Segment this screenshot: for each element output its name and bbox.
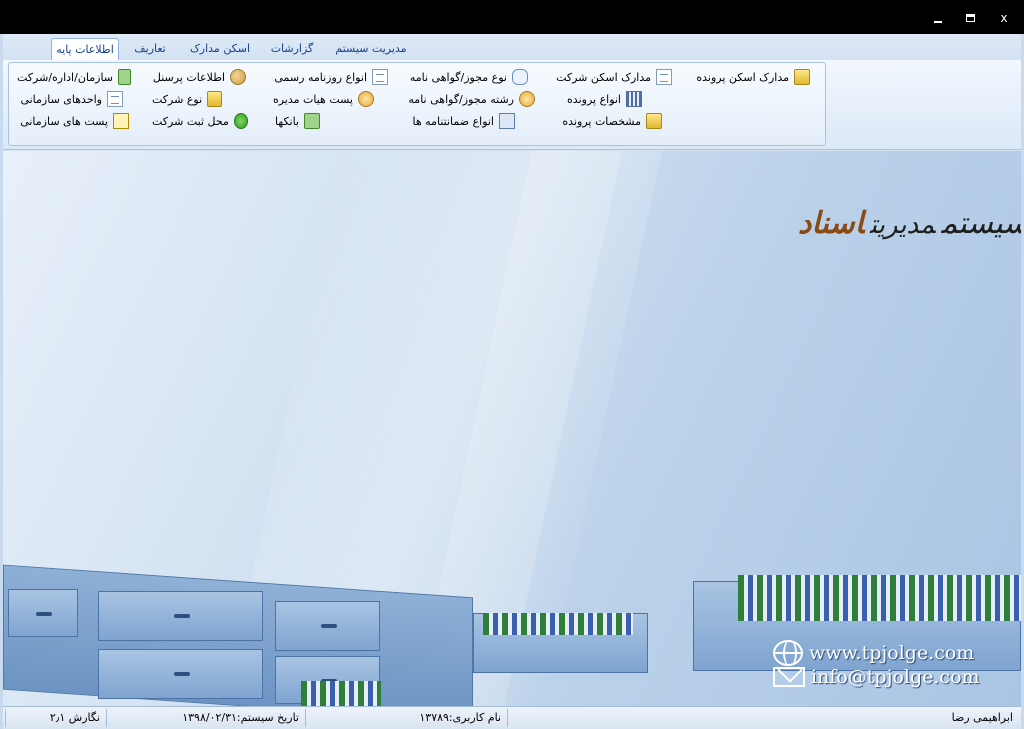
email-row: info@tpjolge.com bbox=[773, 666, 980, 688]
gazette-types-button[interactable]: انواع روزنامه رسمی bbox=[270, 67, 388, 87]
file-folders bbox=[301, 681, 381, 706]
company-folder-icon bbox=[207, 91, 222, 107]
close-button[interactable]: x bbox=[994, 10, 1014, 26]
file-folders bbox=[738, 575, 1021, 621]
cabinet-drawer bbox=[98, 591, 263, 641]
logo-word-management: مدیریت bbox=[869, 210, 936, 240]
guarantee-types-button[interactable]: انواع ضمانتنامه ها bbox=[403, 111, 515, 131]
bank-doc-icon bbox=[304, 113, 320, 129]
folder-open-icon bbox=[646, 113, 662, 129]
workspace-background: سیستممدیریتاسناد www.tpjolge.com info@tp… bbox=[3, 151, 1021, 706]
personnel-info-button[interactable]: اطلاعات پرسنل bbox=[152, 67, 246, 87]
banks-button[interactable]: بانکها bbox=[270, 111, 320, 131]
license-type-button[interactable]: نوع مجوز/گواهی نامه bbox=[403, 67, 528, 87]
title-bar: x bbox=[0, 0, 1024, 34]
scan-company-documents-button[interactable]: مدارک اسکن شرکت bbox=[552, 67, 672, 87]
personnel-icon bbox=[230, 69, 246, 85]
cabinet-drawer bbox=[275, 601, 380, 651]
case-specs-button[interactable]: مشخصات پرونده bbox=[552, 111, 662, 131]
ribbon-group: مدارک اسکن پرونده مدارک اسکن شرکت انواع … bbox=[8, 62, 826, 146]
app-logo: سیستممدیریتاسناد bbox=[798, 206, 1021, 241]
coins-icon bbox=[358, 91, 374, 107]
logo-word-documents: اسناد bbox=[798, 206, 864, 241]
status-system-date: تاریخ سیستم:۱۳۹۸/۰۲/۳۱ bbox=[106, 709, 303, 727]
status-bar: ابراهیمی رضا نام کاربری:۱۳۷۸۹ تاریخ سیست… bbox=[3, 706, 1021, 729]
company-registration-place-button[interactable]: محل ثبت شرکت bbox=[152, 111, 248, 131]
newspaper-icon bbox=[372, 69, 388, 85]
website-row: www.tpjolge.com bbox=[773, 640, 974, 666]
tab-reports[interactable]: گزارشات bbox=[265, 38, 319, 61]
status-user-fullname: ابراهیمی رضا bbox=[507, 709, 1017, 727]
email-text: info@tpjolge.com bbox=[811, 666, 980, 688]
board-post-button[interactable]: پست هیات مدیره bbox=[270, 89, 374, 109]
units-icon bbox=[107, 91, 123, 107]
speech-bubble-icon bbox=[512, 69, 528, 85]
tab-basic-info[interactable]: اطلاعات پایه bbox=[51, 38, 119, 61]
case-types-button[interactable]: انواع پرونده bbox=[552, 89, 642, 109]
organizational-units-button[interactable]: واحدهای سازمانی bbox=[17, 89, 123, 109]
tab-definitions[interactable]: تعاریف bbox=[127, 38, 173, 61]
posts-icon bbox=[113, 113, 129, 129]
maximize-button[interactable] bbox=[960, 10, 980, 26]
ribbon-panel: مدارک اسکن پرونده مدارک اسکن شرکت انواع … bbox=[3, 60, 1021, 150]
scan-case-documents-button[interactable]: مدارک اسکن پرونده bbox=[690, 67, 810, 87]
binder-icon bbox=[626, 91, 642, 107]
license-field-button[interactable]: رشته مجوز/گواهی نامه bbox=[403, 89, 535, 109]
network-icon bbox=[499, 113, 515, 129]
file-folders bbox=[483, 613, 633, 635]
ribbon-tab-bar: اطلاعات پایه تعاریف اسکن مدارک گزارشات م… bbox=[3, 34, 1021, 61]
company-type-button[interactable]: نوع شرکت bbox=[152, 89, 222, 109]
cabinet-drawer bbox=[8, 589, 78, 637]
cabinet-drawer bbox=[98, 649, 263, 699]
envelope-icon bbox=[773, 667, 805, 687]
tab-system-management[interactable]: مدیریت سیستم bbox=[329, 38, 413, 61]
website-text: www.tpjolge.com bbox=[809, 642, 975, 664]
scan-doc-icon bbox=[656, 69, 672, 85]
organization-button[interactable]: سازمان/اداره/شرکت bbox=[17, 67, 131, 87]
folder-icon bbox=[794, 69, 810, 85]
minimize-button[interactable] bbox=[927, 10, 947, 26]
minimize-icon bbox=[934, 21, 942, 23]
organization-icon bbox=[118, 69, 131, 85]
check-icon bbox=[233, 113, 248, 129]
organizational-posts-button[interactable]: پست های سازمانی bbox=[17, 111, 129, 131]
status-version: نگارش ۲٫۱ bbox=[5, 709, 104, 727]
maximize-icon bbox=[966, 14, 975, 22]
certificate-icon bbox=[519, 91, 535, 107]
tab-scan-documents[interactable]: اسکن مدارک bbox=[181, 38, 259, 61]
status-username: نام کاربری:۱۳۷۸۹ bbox=[305, 709, 505, 727]
logo-word-system: سیستم bbox=[941, 206, 1021, 241]
